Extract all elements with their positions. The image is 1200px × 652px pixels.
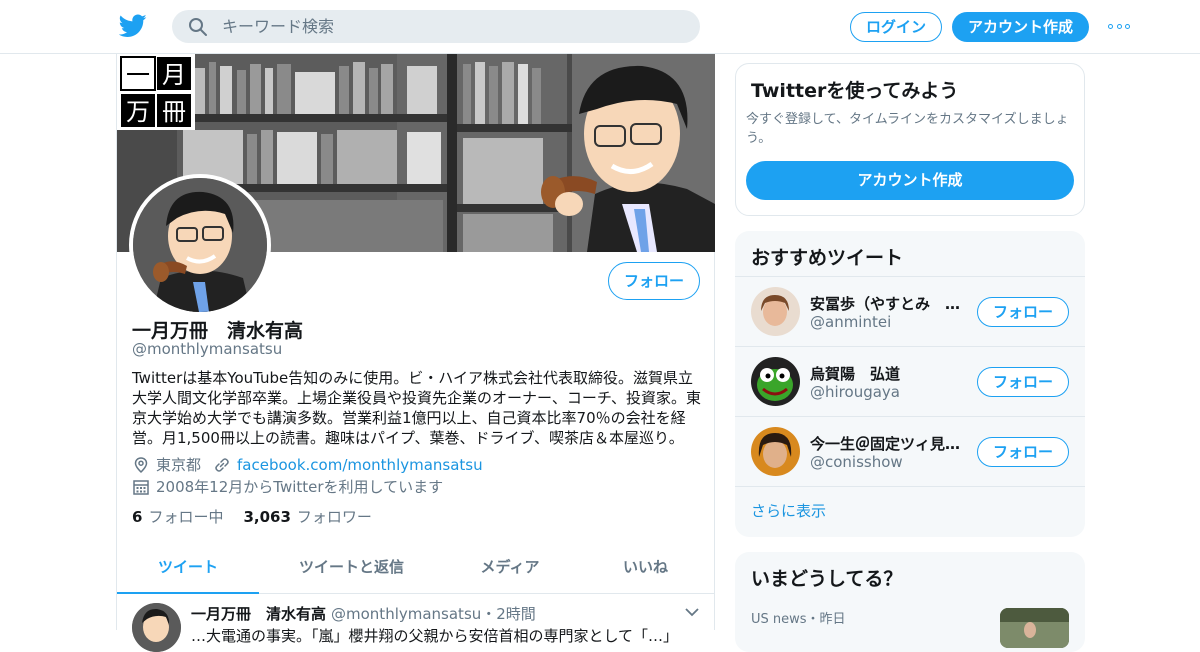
tweet-time[interactable]: ・2時間: [481, 605, 536, 623]
profile-meta: 東京都 facebook.com/monthlymansatsu 2008年12…: [132, 454, 483, 498]
user-name[interactable]: 今一生＠固定ツィ見てね: [810, 433, 970, 454]
logo-char-1: 一: [126, 61, 150, 89]
profile-name: 一月万冊 清水有高: [132, 320, 304, 342]
logo-char-4: 冊: [162, 98, 186, 126]
user-handle: @hirougaya: [810, 383, 900, 401]
who-to-follow-item[interactable]: 安冨歩（やすとみ あゆみ） @anmintei フォロー: [735, 276, 1085, 346]
profile-avatar[interactable]: [129, 174, 271, 316]
signup-card-title: Twitterを使ってみよう: [751, 80, 959, 102]
who-to-follow-card: おすすめツイート 安冨歩（やすとみ あゆみ） @anmintei フォロー 烏賀…: [735, 231, 1085, 537]
trend-meta: US news・昨日: [751, 612, 846, 627]
calendar-icon: [133, 480, 149, 495]
profile-bio: Twitterは基本YouTube告知のみに使用。ビ・ハイア株式会社代表取締役。…: [132, 369, 701, 447]
search-input[interactable]: [222, 17, 662, 36]
user-avatar[interactable]: [751, 287, 800, 336]
profile-handle: @monthlymansatsu: [132, 340, 283, 358]
profile-joined-date: 2008年12月からTwitterを利用しています: [156, 478, 444, 496]
tab-media[interactable]: メディア: [444, 544, 576, 594]
more-options-icon[interactable]: [1108, 18, 1130, 34]
tab-tweets-and-replies[interactable]: ツイートと返信: [259, 544, 444, 594]
twitter-logo-icon[interactable]: [119, 13, 147, 39]
user-name[interactable]: 安冨歩（やすとみ あゆみ）: [810, 293, 970, 314]
following-count: 6: [132, 508, 143, 526]
profile-tabs: ツイート ツイートと返信 メディア いいね: [117, 544, 715, 594]
top-navigation: ログイン アカウント作成: [0, 0, 1200, 54]
tab-tweets[interactable]: ツイート: [117, 544, 259, 594]
user-avatar[interactable]: [751, 427, 800, 476]
who-to-follow-title: おすすめツイート: [751, 247, 904, 269]
tweet-author-handle[interactable]: @monthlymansatsu: [331, 605, 481, 623]
following-label: フォロー中: [148, 508, 224, 526]
tweet-text: …大電通の事実。「嵐」櫻井翔の父親から安倍首相の専門家として「…」: [191, 627, 679, 645]
tweet-header: 一月万冊 清水有高 @monthlymansatsu・2時間: [191, 603, 536, 624]
signup-card-description: 今すぐ登録して、タイムラインをカスタマイズしましょう。: [746, 112, 1069, 146]
user-avatar[interactable]: [751, 357, 800, 406]
logo-char-2: 月: [162, 61, 186, 89]
user-handle: @anmintei: [810, 313, 892, 331]
signup-card: Twitterを使ってみよう 今すぐ登録して、タイムラインをカスタマイズしましょ…: [735, 63, 1085, 216]
user-name[interactable]: 烏賀陽 弘道: [810, 363, 970, 384]
tab-likes[interactable]: いいね: [576, 544, 715, 594]
link-icon: [215, 458, 229, 472]
following-stat[interactable]: 6 フォロー中: [132, 506, 223, 527]
who-to-follow-item[interactable]: 今一生＠固定ツィ見てね @conisshow フォロー: [735, 416, 1085, 486]
follow-button[interactable]: フォロー: [608, 262, 700, 300]
follow-button[interactable]: フォロー: [977, 367, 1069, 397]
signup-button[interactable]: アカウント作成: [952, 12, 1089, 42]
chevron-down-icon[interactable]: [685, 607, 699, 617]
trends-card: いまどうしてる？ US news・昨日: [735, 552, 1085, 652]
search-icon: [189, 17, 207, 36]
who-to-follow-item[interactable]: 烏賀陽 弘道 @hirougaya フォロー: [735, 346, 1085, 416]
signup-card-button[interactable]: アカウント作成: [746, 161, 1074, 200]
follow-button[interactable]: フォロー: [977, 437, 1069, 467]
profile-stats: 6 フォロー中 3,063 フォロワー: [132, 506, 372, 527]
profile-url-link[interactable]: facebook.com/monthlymansatsu: [237, 454, 483, 476]
tweet-avatar[interactable]: [132, 603, 181, 652]
tweet-item[interactable]: 一月万冊 清水有高 @monthlymansatsu・2時間 …大電通の事実。「嵐…: [117, 595, 715, 652]
user-handle: @conisshow: [810, 453, 903, 471]
profile-column: 一 月 万 冊 フォロー 一月万冊 清水有高 @monthlymansatsu …: [116, 54, 715, 652]
profile-location: 東京都: [156, 456, 202, 474]
login-button[interactable]: ログイン: [850, 12, 942, 42]
location-icon: [134, 457, 148, 474]
followers-count: 3,063: [243, 508, 291, 526]
logo-char-3: 万: [126, 98, 150, 126]
trends-title: いまどうしてる？: [751, 568, 903, 590]
follow-button[interactable]: フォロー: [977, 297, 1069, 327]
tweet-author-name[interactable]: 一月万冊 清水有高: [191, 605, 326, 623]
followers-label: フォロワー: [296, 508, 372, 526]
search-bar[interactable]: [172, 10, 700, 43]
trend-thumbnail[interactable]: [1000, 608, 1069, 648]
show-more-link[interactable]: さらに表示: [735, 486, 1085, 537]
followers-stat[interactable]: 3,063 フォロワー: [243, 506, 371, 527]
